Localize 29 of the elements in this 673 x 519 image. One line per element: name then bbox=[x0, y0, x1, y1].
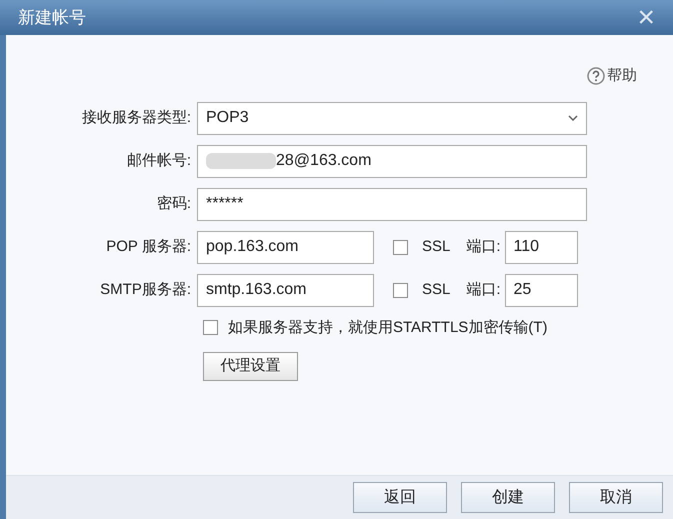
input-field[interactable]: 28@163.com bbox=[197, 144, 587, 178]
window-title: 新建帐号 bbox=[18, 6, 86, 29]
field-label: POP 服务器: bbox=[105, 236, 192, 257]
dialog-button[interactable]: 返回 bbox=[353, 482, 447, 513]
checkbox[interactable] bbox=[203, 320, 218, 336]
server-type-dropdown[interactable]: POP3 bbox=[197, 102, 587, 134]
port-field[interactable]: 25 bbox=[504, 274, 578, 306]
dialog-button[interactable]: 取消 bbox=[569, 482, 663, 513]
ssl-label: SSL bbox=[422, 236, 450, 257]
port-field[interactable]: 110 bbox=[504, 230, 578, 264]
proxy-settings-button[interactable]: 代理设置 bbox=[203, 352, 298, 381]
checkbox[interactable] bbox=[393, 282, 408, 298]
field-label: 邮件帐号: bbox=[126, 150, 192, 171]
input-field[interactable]: pop.163.com bbox=[197, 230, 374, 264]
input-field[interactable]: ****** bbox=[197, 188, 587, 220]
blur-mask bbox=[206, 152, 276, 170]
port-label: 端口: bbox=[466, 280, 501, 300]
question-icon bbox=[587, 67, 605, 86]
chevron-down-icon bbox=[568, 115, 578, 121]
field-label: 密码: bbox=[156, 194, 192, 214]
starttls-label: 如果服务器支持，就使用STARTTLS加密传输(T) bbox=[228, 318, 548, 338]
input-field[interactable]: smtp.163.com bbox=[197, 274, 374, 306]
field-label: SMTP服务器: bbox=[99, 280, 192, 300]
checkbox[interactable] bbox=[393, 240, 408, 254]
ssl-label: SSL bbox=[422, 280, 450, 300]
port-label: 端口: bbox=[466, 236, 501, 257]
dialog-button[interactable]: 创建 bbox=[461, 482, 555, 513]
field-label: 接收服务器类型: bbox=[80, 108, 192, 128]
help-link[interactable]: 帮助 bbox=[587, 65, 637, 88]
